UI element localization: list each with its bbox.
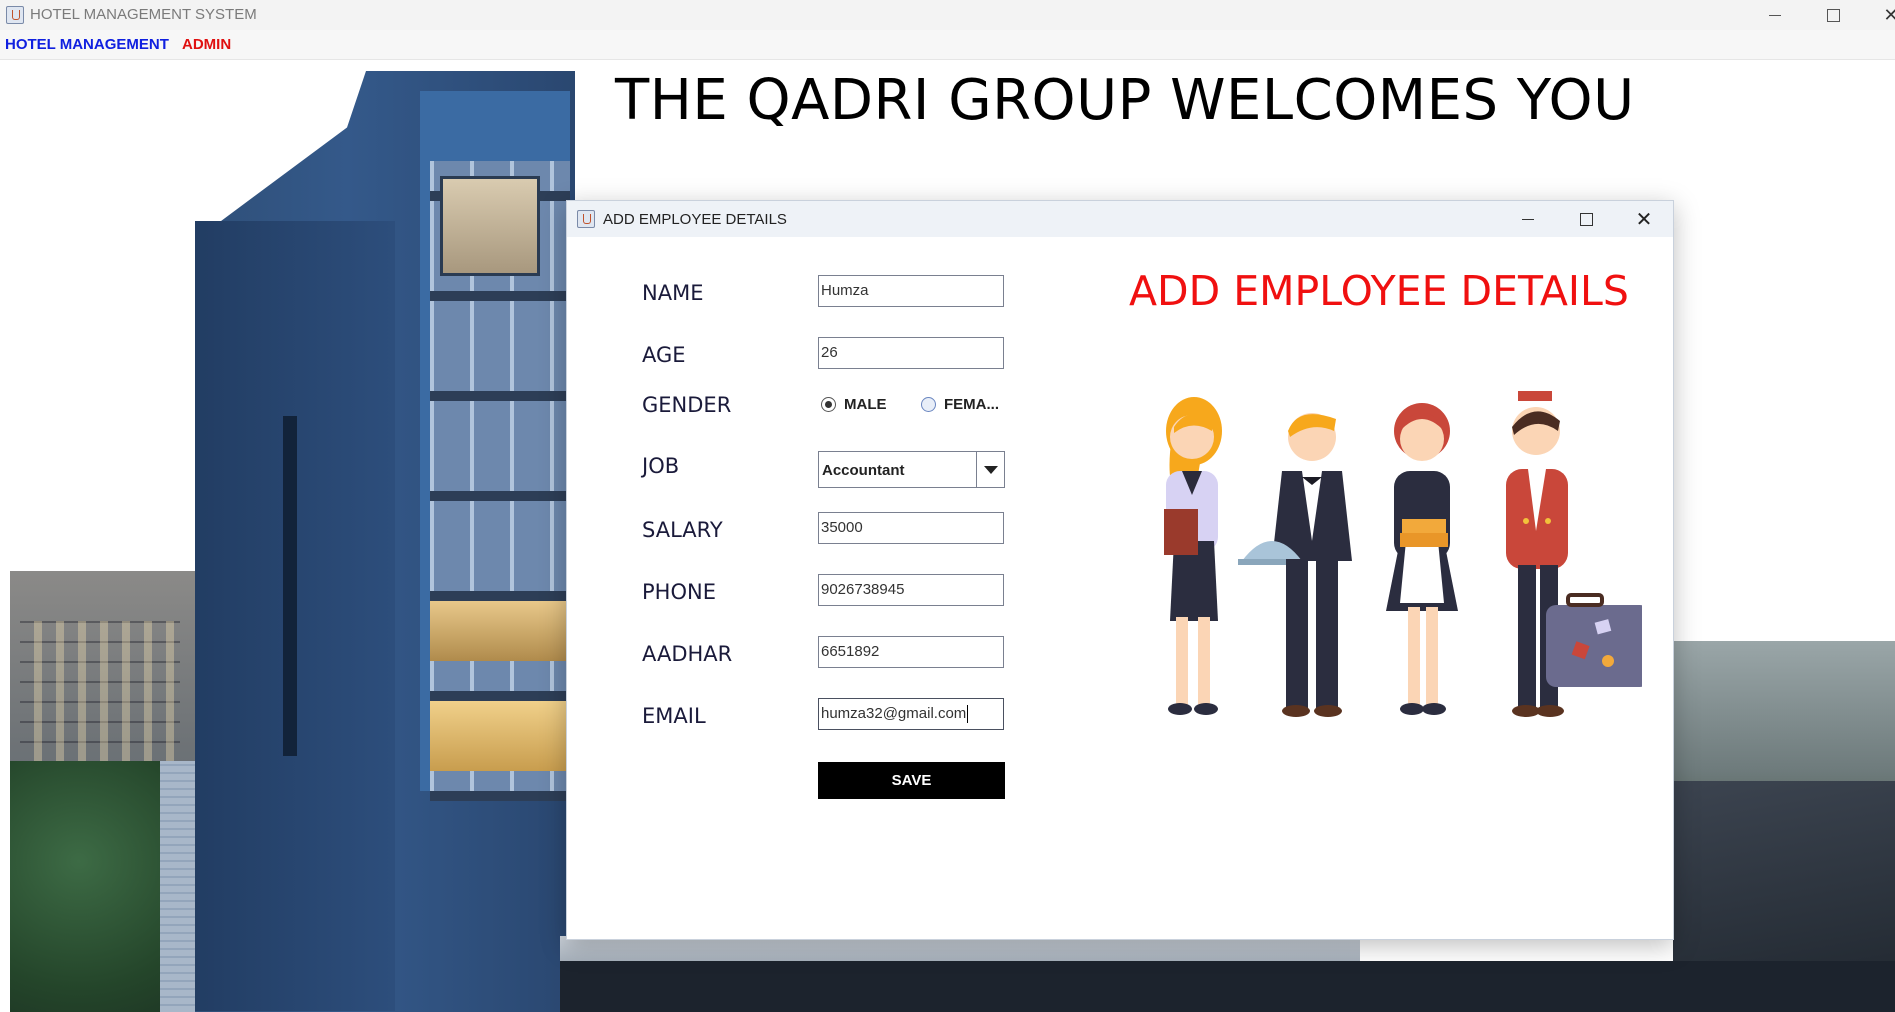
gender-label: GENDER: [642, 393, 732, 417]
radio-unselected-icon: [921, 397, 936, 412]
dialog-title: ADD EMPLOYEE DETAILS: [603, 211, 787, 228]
chevron-down-icon[interactable]: [976, 452, 1004, 487]
dialog-titlebar: ADD EMPLOYEE DETAILS ✕: [567, 201, 1673, 237]
dialog-close-icon[interactable]: ✕: [1615, 201, 1673, 237]
window-title: HOTEL MANAGEMENT SYSTEM: [30, 6, 257, 23]
main-titlebar: HOTEL MANAGEMENT SYSTEM ✕: [0, 0, 1895, 30]
salary-label: SALARY: [642, 518, 723, 542]
email-value: humza32@gmail.com: [821, 705, 967, 722]
age-field[interactable]: 26: [818, 337, 1004, 369]
phone-label: PHONE: [642, 580, 716, 604]
waiter-figure: [1238, 413, 1352, 717]
maximize-icon[interactable]: [1804, 0, 1862, 30]
save-button[interactable]: SAVE: [818, 762, 1005, 799]
menu-admin[interactable]: ADMIN: [182, 36, 231, 53]
dialog-heading: ADD EMPLOYEE DETAILS: [1129, 267, 1629, 315]
aadhar-field[interactable]: 6651892: [818, 636, 1004, 668]
name-label: NAME: [642, 281, 704, 305]
receptionist-figure: [1164, 397, 1222, 715]
salary-field[interactable]: 35000: [818, 512, 1004, 544]
welcome-heading: THE QADRI GROUP WELCOMES YOU: [615, 68, 1635, 133]
minimize-icon[interactable]: [1746, 0, 1804, 30]
name-field[interactable]: Humza: [818, 275, 1004, 307]
radio-selected-icon: [821, 397, 836, 412]
male-radio-label: MALE: [844, 396, 887, 413]
bellhop-figure: [1506, 391, 1642, 717]
job-label: JOB: [642, 454, 680, 478]
gender-female-radio[interactable]: FEMA...: [921, 396, 999, 413]
add-employee-dialog: ADD EMPLOYEE DETAILS ✕ NAME AGE GENDER J…: [566, 200, 1674, 940]
email-field[interactable]: humza32@gmail.com: [818, 698, 1004, 730]
job-selected-value: Accountant: [822, 462, 905, 479]
phone-field[interactable]: 9026738945: [818, 574, 1004, 606]
female-radio-label: FEMA...: [944, 396, 999, 413]
java-app-icon: [6, 6, 24, 24]
menu-hotel-management[interactable]: HOTEL MANAGEMENT: [5, 36, 169, 53]
housekeeper-figure: [1386, 403, 1458, 715]
text-caret: [967, 705, 969, 724]
java-app-icon: [577, 210, 595, 228]
job-dropdown[interactable]: Accountant: [818, 451, 1005, 488]
dialog-minimize-icon[interactable]: [1499, 201, 1557, 237]
email-label: EMAIL: [642, 704, 706, 728]
aadhar-label: AADHAR: [642, 642, 733, 666]
dialog-maximize-icon[interactable]: [1557, 201, 1615, 237]
hotel-staff-illustration: [1164, 391, 1642, 717]
age-label: AGE: [642, 343, 686, 367]
gender-male-radio[interactable]: MALE: [821, 396, 887, 413]
menu-bar: HOTEL MANAGEMENT ADMIN: [0, 30, 1895, 60]
close-icon[interactable]: ✕: [1862, 0, 1895, 30]
